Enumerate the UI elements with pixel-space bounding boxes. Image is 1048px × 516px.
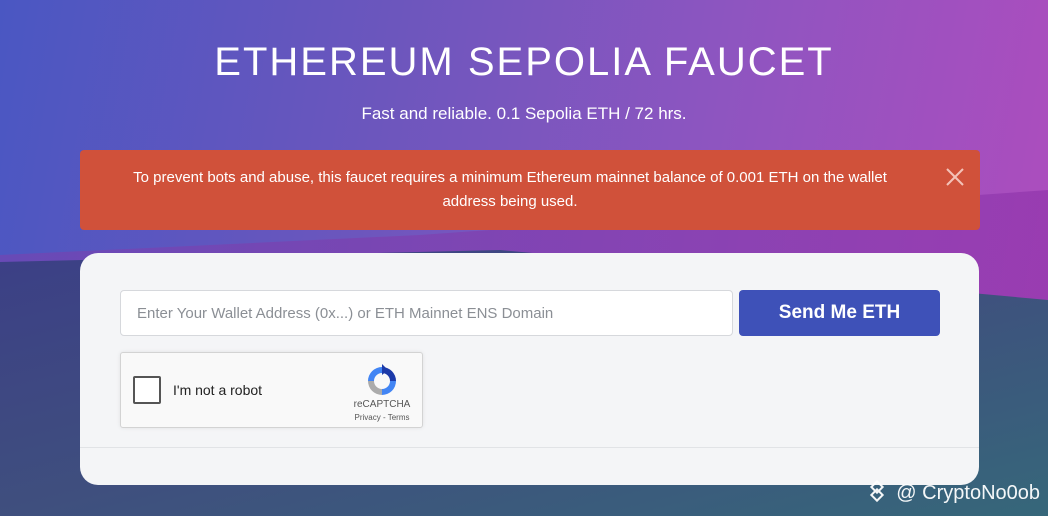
recaptcha-brand: reCAPTCHA — [353, 399, 411, 410]
binance-square-icon — [870, 480, 885, 503]
send-me-eth-button[interactable]: Send Me ETH — [739, 290, 940, 336]
page-subtitle: Fast and reliable. 0.1 Sepolia ETH / 72 … — [361, 104, 687, 123]
privacy-link[interactable]: Privacy — [355, 413, 381, 422]
recaptcha-label: I'm not a robot — [173, 382, 263, 398]
bot-warning-alert: To prevent bots and abuse, this faucet r… — [80, 150, 980, 230]
recaptcha-widget: I'm not a robot reCAPTCHA Privacy - Term… — [120, 352, 423, 428]
close-icon[interactable] — [944, 166, 966, 188]
card-divider — [80, 447, 979, 448]
page-title: ETHEREUM SEPOLIA FAUCET — [214, 40, 834, 84]
terms-link[interactable]: Terms — [388, 413, 410, 422]
wallet-address-input[interactable] — [120, 290, 733, 336]
alert-message: To prevent bots and abuse, this faucet r… — [133, 169, 887, 210]
links-separator: - — [380, 413, 388, 422]
recaptcha-logo-icon — [368, 364, 396, 395]
watermark-text: @ CryptoNo0ob — [896, 481, 1040, 504]
watermark: @ CryptoNo0ob — [864, 480, 1040, 506]
faucet-form-card: Send Me ETH I'm not a robot reCAPTCHA Pr… — [80, 253, 979, 485]
recaptcha-links: Privacy - Terms — [337, 413, 427, 422]
recaptcha-checkbox[interactable] — [133, 376, 161, 404]
